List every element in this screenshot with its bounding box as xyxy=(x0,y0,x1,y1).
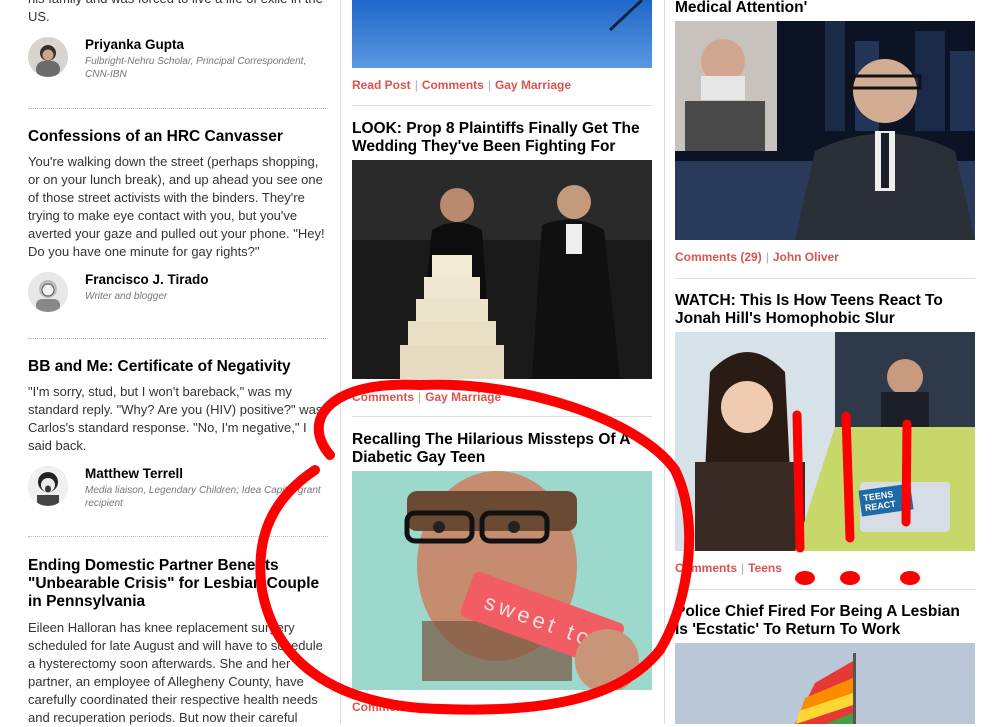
divider xyxy=(352,105,652,106)
comments-link[interactable]: Comments xyxy=(422,78,484,92)
post-title[interactable]: Confessions of an HRC Canvasser xyxy=(28,128,328,146)
story-links: Comments | Gay Marriage xyxy=(352,390,502,404)
story-title[interactable]: WATCH: This Is How Teens React To Jonah … xyxy=(675,292,975,328)
author-name[interactable]: Matthew Terrell xyxy=(85,466,183,481)
tag-link[interactable]: Teens xyxy=(748,561,782,575)
avatar[interactable] xyxy=(28,466,68,506)
story-image[interactable] xyxy=(675,21,975,240)
author-role: Media liaison, Legendary Children; Idea … xyxy=(85,485,321,509)
column-divider xyxy=(664,0,665,724)
story-image[interactable]: sweet tooth xyxy=(352,471,652,690)
story-image[interactable] xyxy=(675,332,975,551)
author-name[interactable]: Priyanka Gupta xyxy=(85,37,184,52)
story-links: Comments xyxy=(352,700,414,714)
comments-link[interactable]: Comments xyxy=(352,700,414,714)
divider xyxy=(28,536,328,537)
divider xyxy=(28,338,328,339)
avatar[interactable] xyxy=(28,37,68,77)
author-role: Fulbright-Nehru Scholar, Principal Corre… xyxy=(85,56,307,80)
tag-link[interactable]: Gay Marriage xyxy=(425,390,501,404)
story-links: Read Post | Comments | Gay Marriage xyxy=(352,78,571,92)
tag-link[interactable]: Gay Marriage xyxy=(495,78,571,92)
post-excerpt-tail: his family and was forced to live a life… xyxy=(28,0,323,24)
divider xyxy=(675,589,975,590)
divider xyxy=(675,278,975,279)
comments-link[interactable]: Comments xyxy=(352,390,414,404)
post-title[interactable]: BB and Me: Certificate of Negativity xyxy=(28,358,328,376)
divider xyxy=(352,416,652,417)
author-byline: Priyanka Gupta Fulbright-Nehru Scholar, … xyxy=(28,37,328,80)
story-image[interactable] xyxy=(352,0,652,68)
divider xyxy=(28,108,328,109)
story-title[interactable]: LOOK: Prop 8 Plaintiffs Finally Get The … xyxy=(352,120,652,156)
story-title[interactable]: Medical Attention' xyxy=(675,0,975,17)
post-excerpt: You're walking down the street (perhaps … xyxy=(28,154,325,259)
post-excerpt: Eileen Halloran has knee replacement sur… xyxy=(28,620,323,725)
story-image[interactable] xyxy=(675,643,975,724)
author-byline: Francisco J. Tirado Writer and blogger xyxy=(28,272,328,312)
read-post-link[interactable]: Read Post xyxy=(352,78,411,92)
author-role: Writer and blogger xyxy=(85,291,168,302)
story-links: Comments | Teens xyxy=(675,561,782,575)
comments-link[interactable]: Comments xyxy=(675,561,737,575)
tag-link[interactable]: John Oliver xyxy=(773,250,839,264)
author-name[interactable]: Francisco J. Tirado xyxy=(85,272,209,287)
story-title[interactable]: Police Chief Fired For Being A Lesbian I… xyxy=(675,603,975,639)
story-title[interactable]: Recalling The Hilarious Missteps Of A Di… xyxy=(352,431,652,467)
author-byline: Matthew Terrell Media liaison, Legendary… xyxy=(28,466,328,509)
comments-link[interactable]: Comments (29) xyxy=(675,250,762,264)
post-title[interactable]: Ending Domestic Partner Benefits "Unbear… xyxy=(28,557,328,611)
avatar[interactable] xyxy=(28,272,68,312)
column-divider xyxy=(340,0,341,724)
post-excerpt: "I'm sorry, stud, but I won't bareback,"… xyxy=(28,384,323,453)
story-links: Comments (29) | John Oliver xyxy=(675,250,839,264)
story-image[interactable] xyxy=(352,160,652,379)
